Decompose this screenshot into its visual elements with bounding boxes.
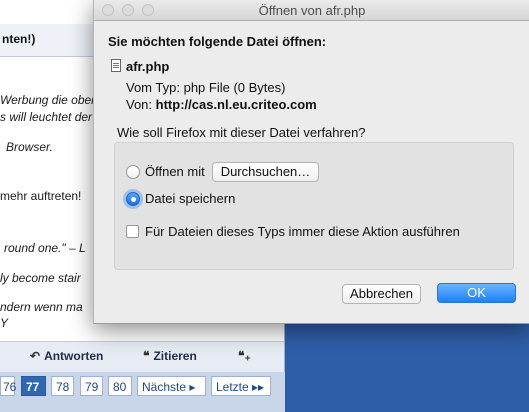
file-type-value: php File (0 Bytes) bbox=[183, 80, 286, 95]
file-source-label: Von: bbox=[126, 97, 153, 112]
dialog-heading: Sie möchten folgende Datei öffnen: bbox=[108, 34, 327, 49]
reply-label: Antworten bbox=[44, 349, 104, 363]
quote-button[interactable]: ❝ Zitieren bbox=[143, 349, 197, 363]
action-question: Wie soll Firefox mit dieser Datei verfah… bbox=[117, 125, 366, 140]
file-source-url: http://cas.nl.eu.criteo.com bbox=[155, 97, 317, 112]
dialog-titlebar[interactable]: Öffnen von afr.php bbox=[94, 0, 529, 21]
multi-quote-button[interactable]: ❝₊ bbox=[238, 349, 255, 363]
always-do-this-checkbox[interactable] bbox=[126, 225, 139, 238]
file-name: afr.php bbox=[126, 59, 170, 74]
cancel-button[interactable]: Abbrechen bbox=[342, 284, 421, 304]
document-icon bbox=[111, 59, 121, 72]
file-type-row: Vom Typ: php File (0 Bytes) bbox=[126, 80, 285, 95]
post-text-line: s will leuchtet der bbox=[0, 110, 93, 124]
post-toolbar: ↶ Antworten ❝ Zitieren ❝₊ bbox=[0, 341, 284, 372]
file-source-row: Von: http://cas.nl.eu.criteo.com bbox=[126, 97, 317, 112]
page-link[interactable]: 76 bbox=[0, 376, 16, 396]
post-text-line: Y bbox=[0, 316, 9, 330]
reply-arrow-icon: ↶ bbox=[30, 349, 41, 363]
quote-plus-icon: ❝₊ bbox=[238, 349, 251, 363]
last-page-link[interactable]: Letzte ▸▸ bbox=[211, 376, 271, 396]
open-with-label[interactable]: Öffnen mit bbox=[145, 164, 205, 179]
post-text-line: Browser. bbox=[6, 140, 53, 154]
always-do-this-label[interactable]: Für Dateien dieses Typs immer diese Akti… bbox=[145, 224, 460, 239]
page-link[interactable]: 79 bbox=[80, 376, 103, 396]
quote-label: Zitieren bbox=[153, 349, 197, 363]
ok-button[interactable]: OK bbox=[437, 283, 516, 303]
browse-button[interactable]: Durchsuchen… bbox=[212, 162, 319, 182]
post-text-line: Werbung die ober bbox=[0, 93, 96, 107]
open-file-dialog: Öffnen von afr.php Sie möchten folgende … bbox=[93, 0, 529, 324]
page-link[interactable]: 78 bbox=[51, 376, 74, 396]
save-file-radio[interactable] bbox=[126, 192, 140, 206]
post-text-line: ndern wenn ma bbox=[0, 300, 83, 314]
pagination: 76 77 78 79 80 Nächste ▸ Letzte ▸▸ bbox=[0, 374, 284, 400]
post-text-line: ly become stair bbox=[0, 271, 81, 285]
file-type-label: Vom Typ: bbox=[126, 80, 180, 95]
action-options-group: Öffnen mit Durchsuchen… Datei speichern … bbox=[114, 142, 514, 270]
dialog-title: Öffnen von afr.php bbox=[258, 3, 366, 18]
page-link-current[interactable]: 77 bbox=[21, 376, 46, 396]
post-text-line: round one." – L bbox=[4, 241, 86, 255]
next-page-link[interactable]: Nächste ▸ bbox=[137, 376, 206, 396]
open-with-radio[interactable] bbox=[126, 165, 140, 179]
save-file-label[interactable]: Datei speichern bbox=[145, 191, 235, 206]
post-text-line: mehr auftreten! bbox=[0, 189, 82, 203]
page-link[interactable]: 80 bbox=[108, 376, 132, 396]
reply-button[interactable]: ↶ Antworten bbox=[30, 349, 103, 363]
post-heading: nten!) bbox=[2, 32, 36, 46]
quote-bubble-icon: ❝ bbox=[143, 349, 150, 363]
